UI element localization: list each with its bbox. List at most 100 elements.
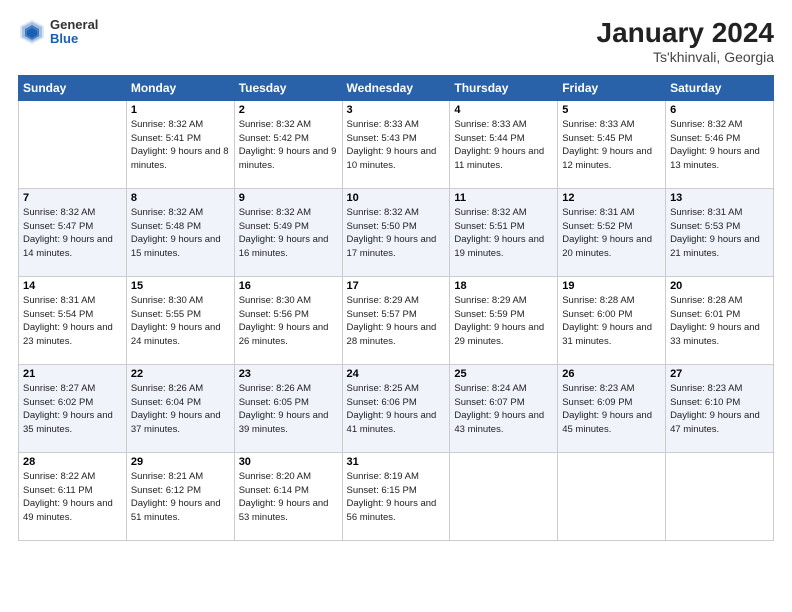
calendar-cell: 19Sunrise: 8:28 AMSunset: 6:00 PMDayligh… xyxy=(558,276,666,364)
day-info: Sunrise: 8:30 AMSunset: 5:56 PMDaylight:… xyxy=(239,294,338,349)
day-number: 9 xyxy=(239,192,338,204)
title-block: January 2024 Ts'khinvali, Georgia xyxy=(597,18,774,65)
col-wednesday: Wednesday xyxy=(342,75,450,100)
day-number: 23 xyxy=(239,368,338,380)
calendar-cell: 12 Sunrise: 8:31 AMSunset: 5:52 PMDayligh… xyxy=(558,188,666,276)
logo-general: General xyxy=(50,18,98,32)
calendar-cell: 20 Sunrise: 8:28 AMSunset: 6:01 PMDayligh… xyxy=(666,276,774,364)
calendar-cell: 22 Sunrise: 8:26 AMSunset: 6:04 PMDayligh… xyxy=(126,364,234,452)
calendar-cell: 14 Sunrise: 8:31 AMSunset: 5:54 PMDayligh… xyxy=(19,276,127,364)
day-number: 1 xyxy=(131,104,230,116)
calendar-cell: 16 Sunrise: 8:30 AMSunset: 5:56 PMDayligh… xyxy=(234,276,342,364)
calendar-week-5: 28 Sunrise: 8:22 AMSunset: 6:11 PMDayligh… xyxy=(19,452,774,540)
calendar-cell xyxy=(666,452,774,540)
calendar-cell: 26Sunrise: 8:23 AMSunset: 6:09 PMDayligh… xyxy=(558,364,666,452)
calendar-cell: 24 Sunrise: 8:25 AMSunset: 6:06 PMDayligh… xyxy=(342,364,450,452)
col-saturday: Saturday xyxy=(666,75,774,100)
calendar-cell xyxy=(450,452,558,540)
col-sunday: Sunday xyxy=(19,75,127,100)
day-info: Sunrise: 8:32 AMSunset: 5:47 PMDaylight:… xyxy=(23,206,122,261)
day-number: 15 xyxy=(131,280,230,292)
day-number: 11 xyxy=(454,192,553,204)
day-info: Sunrise: 8:32 AMSunset: 5:48 PMDaylight:… xyxy=(131,206,230,261)
day-info: Sunrise: 8:27 AMSunset: 6:02 PMDaylight:… xyxy=(23,382,122,437)
calendar-cell: 2Sunrise: 8:32 AMSunset: 5:42 PMDaylight… xyxy=(234,100,342,188)
day-number: 4 xyxy=(454,104,553,116)
day-number: 6 xyxy=(670,104,769,116)
day-info: Sunrise: 8:31 AMSunset: 5:54 PMDaylight:… xyxy=(23,294,122,349)
logo-text: General Blue xyxy=(50,18,98,47)
calendar-cell: 4Sunrise: 8:33 AMSunset: 5:44 PMDaylight… xyxy=(450,100,558,188)
day-number: 5 xyxy=(562,104,661,116)
day-info: Sunrise: 8:32 AMSunset: 5:51 PMDaylight:… xyxy=(454,206,553,261)
day-number: 20 xyxy=(670,280,769,292)
calendar-cell: 18 Sunrise: 8:29 AMSunset: 5:59 PMDayligh… xyxy=(450,276,558,364)
day-info: Sunrise: 8:23 AMSunset: 6:09 PMDaylight:… xyxy=(562,382,661,437)
day-number: 13 xyxy=(670,192,769,204)
day-info: Sunrise: 8:32 AMSunset: 5:41 PMDaylight:… xyxy=(131,118,230,173)
day-number: 16 xyxy=(239,280,338,292)
calendar-cell: 3 Sunrise: 8:33 AMSunset: 5:43 PMDaylight… xyxy=(342,100,450,188)
day-number: 24 xyxy=(347,368,446,380)
day-info: Sunrise: 8:23 AMSunset: 6:10 PMDaylight:… xyxy=(670,382,769,437)
calendar-cell: 13 Sunrise: 8:31 AMSunset: 5:53 PMDayligh… xyxy=(666,188,774,276)
day-info: Sunrise: 8:32 AMSunset: 5:46 PMDaylight:… xyxy=(670,118,769,173)
day-number: 14 xyxy=(23,280,122,292)
day-info: Sunrise: 8:32 AMSunset: 5:42 PMDaylight:… xyxy=(239,118,338,173)
day-info: Sunrise: 8:29 AMSunset: 5:59 PMDaylight:… xyxy=(454,294,553,349)
calendar-cell: 31Sunrise: 8:19 AMSunset: 6:15 PMDayligh… xyxy=(342,452,450,540)
location-subtitle: Ts'khinvali, Georgia xyxy=(597,49,774,65)
header-row: Sunday Monday Tuesday Wednesday Thursday… xyxy=(19,75,774,100)
day-info: Sunrise: 8:24 AMSunset: 6:07 PMDaylight:… xyxy=(454,382,553,437)
day-number: 21 xyxy=(23,368,122,380)
day-number: 27 xyxy=(670,368,769,380)
day-info: Sunrise: 8:28 AMSunset: 6:01 PMDaylight:… xyxy=(670,294,769,349)
day-info: Sunrise: 8:32 AMSunset: 5:49 PMDaylight:… xyxy=(239,206,338,261)
day-info: Sunrise: 8:31 AMSunset: 5:52 PMDaylight:… xyxy=(562,206,661,261)
day-info: Sunrise: 8:26 AMSunset: 6:04 PMDaylight:… xyxy=(131,382,230,437)
day-number: 3 xyxy=(347,104,446,116)
page-header: General Blue January 2024 Ts'khinvali, G… xyxy=(18,18,774,65)
calendar-cell xyxy=(19,100,127,188)
day-info: Sunrise: 8:33 AMSunset: 5:43 PMDaylight:… xyxy=(347,118,446,173)
day-number: 12 xyxy=(562,192,661,204)
calendar-cell: 21 Sunrise: 8:27 AMSunset: 6:02 PMDayligh… xyxy=(19,364,127,452)
calendar-cell: 5 Sunrise: 8:33 AMSunset: 5:45 PMDaylight… xyxy=(558,100,666,188)
calendar-cell: 17Sunrise: 8:29 AMSunset: 5:57 PMDayligh… xyxy=(342,276,450,364)
day-number: 18 xyxy=(454,280,553,292)
calendar-cell xyxy=(558,452,666,540)
day-number: 28 xyxy=(23,456,122,468)
calendar-week-1: 1 Sunrise: 8:32 AMSunset: 5:41 PMDaylight… xyxy=(19,100,774,188)
day-number: 7 xyxy=(23,192,122,204)
day-info: Sunrise: 8:26 AMSunset: 6:05 PMDaylight:… xyxy=(239,382,338,437)
calendar-table: Sunday Monday Tuesday Wednesday Thursday… xyxy=(18,75,774,541)
calendar-cell: 28 Sunrise: 8:22 AMSunset: 6:11 PMDayligh… xyxy=(19,452,127,540)
day-number: 22 xyxy=(131,368,230,380)
day-number: 10 xyxy=(347,192,446,204)
calendar-cell: 29 Sunrise: 8:21 AMSunset: 6:12 PMDayligh… xyxy=(126,452,234,540)
day-info: Sunrise: 8:22 AMSunset: 6:11 PMDaylight:… xyxy=(23,470,122,525)
day-info: Sunrise: 8:21 AMSunset: 6:12 PMDaylight:… xyxy=(131,470,230,525)
day-number: 31 xyxy=(347,456,446,468)
logo-icon xyxy=(18,18,46,46)
day-number: 25 xyxy=(454,368,553,380)
day-number: 29 xyxy=(131,456,230,468)
day-number: 30 xyxy=(239,456,338,468)
day-info: Sunrise: 8:32 AMSunset: 5:50 PMDaylight:… xyxy=(347,206,446,261)
day-info: Sunrise: 8:31 AMSunset: 5:53 PMDaylight:… xyxy=(670,206,769,261)
calendar-cell: 1 Sunrise: 8:32 AMSunset: 5:41 PMDaylight… xyxy=(126,100,234,188)
calendar-cell: 25 Sunrise: 8:24 AMSunset: 6:07 PMDayligh… xyxy=(450,364,558,452)
month-title: January 2024 xyxy=(597,18,774,49)
col-friday: Friday xyxy=(558,75,666,100)
col-thursday: Thursday xyxy=(450,75,558,100)
calendar-cell: 15Sunrise: 8:30 AMSunset: 5:55 PMDayligh… xyxy=(126,276,234,364)
calendar-cell: 6 Sunrise: 8:32 AMSunset: 5:46 PMDaylight… xyxy=(666,100,774,188)
day-info: Sunrise: 8:25 AMSunset: 6:06 PMDaylight:… xyxy=(347,382,446,437)
calendar-cell: 11 Sunrise: 8:32 AMSunset: 5:51 PMDayligh… xyxy=(450,188,558,276)
day-info: Sunrise: 8:33 AMSunset: 5:45 PMDaylight:… xyxy=(562,118,661,173)
calendar-week-3: 14 Sunrise: 8:31 AMSunset: 5:54 PMDayligh… xyxy=(19,276,774,364)
col-tuesday: Tuesday xyxy=(234,75,342,100)
day-info: Sunrise: 8:20 AMSunset: 6:14 PMDaylight:… xyxy=(239,470,338,525)
calendar-cell: 8Sunrise: 8:32 AMSunset: 5:48 PMDaylight… xyxy=(126,188,234,276)
day-number: 17 xyxy=(347,280,446,292)
